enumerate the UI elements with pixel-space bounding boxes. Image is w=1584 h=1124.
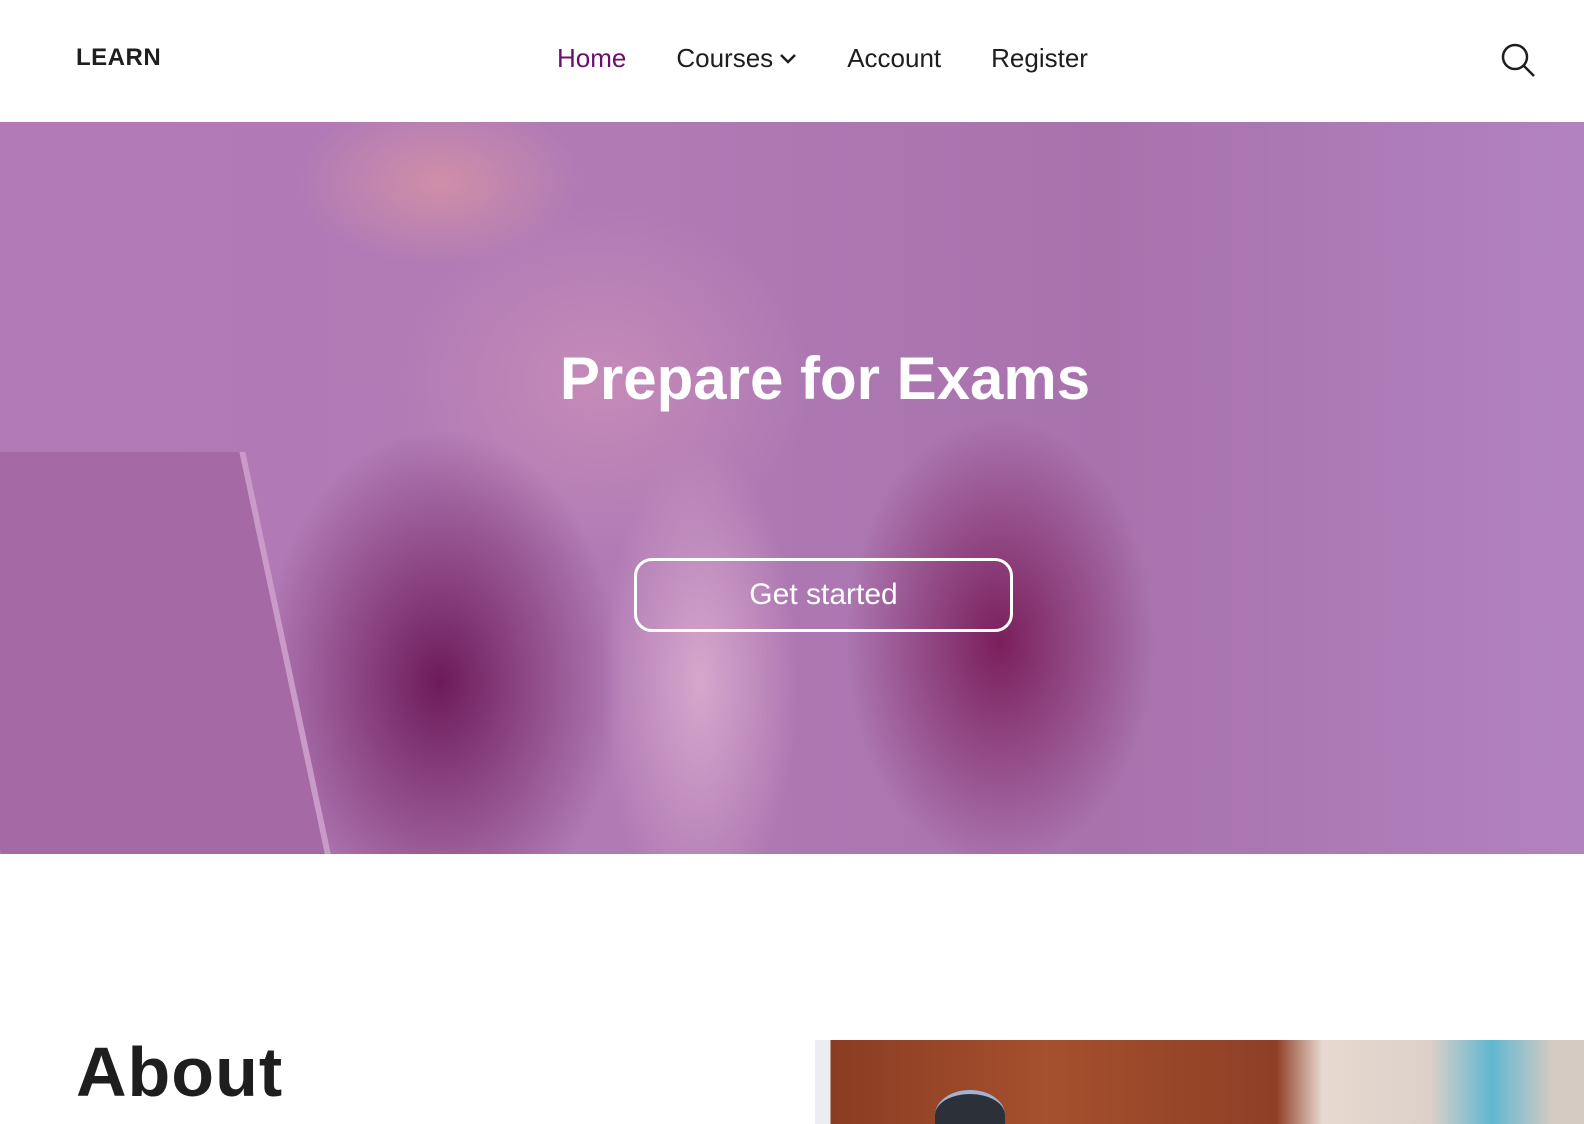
get-started-button[interactable]: Get started	[634, 558, 1013, 632]
chevron-down-icon	[780, 53, 797, 64]
about-image	[815, 1040, 1584, 1124]
nav-courses[interactable]: Courses	[676, 43, 797, 74]
hero-title: Prepare for Exams	[559, 345, 1091, 412]
nav-account[interactable]: Account	[847, 43, 941, 74]
search-icon[interactable]	[1500, 42, 1536, 78]
nav-home[interactable]: Home	[557, 43, 626, 74]
nav-courses-label: Courses	[676, 43, 774, 73]
hero-background-image	[0, 452, 335, 854]
nav-register[interactable]: Register	[991, 43, 1088, 74]
hero-banner: Prepare for Exams Get started	[0, 122, 1584, 854]
cup-shape	[935, 1090, 1005, 1124]
top-navigation: LEARN Home Courses Account Register	[0, 0, 1584, 122]
about-heading: About	[76, 1033, 284, 1111]
main-menu: Home Courses Account Register	[557, 43, 1088, 74]
site-logo[interactable]: LEARN	[76, 44, 161, 72]
